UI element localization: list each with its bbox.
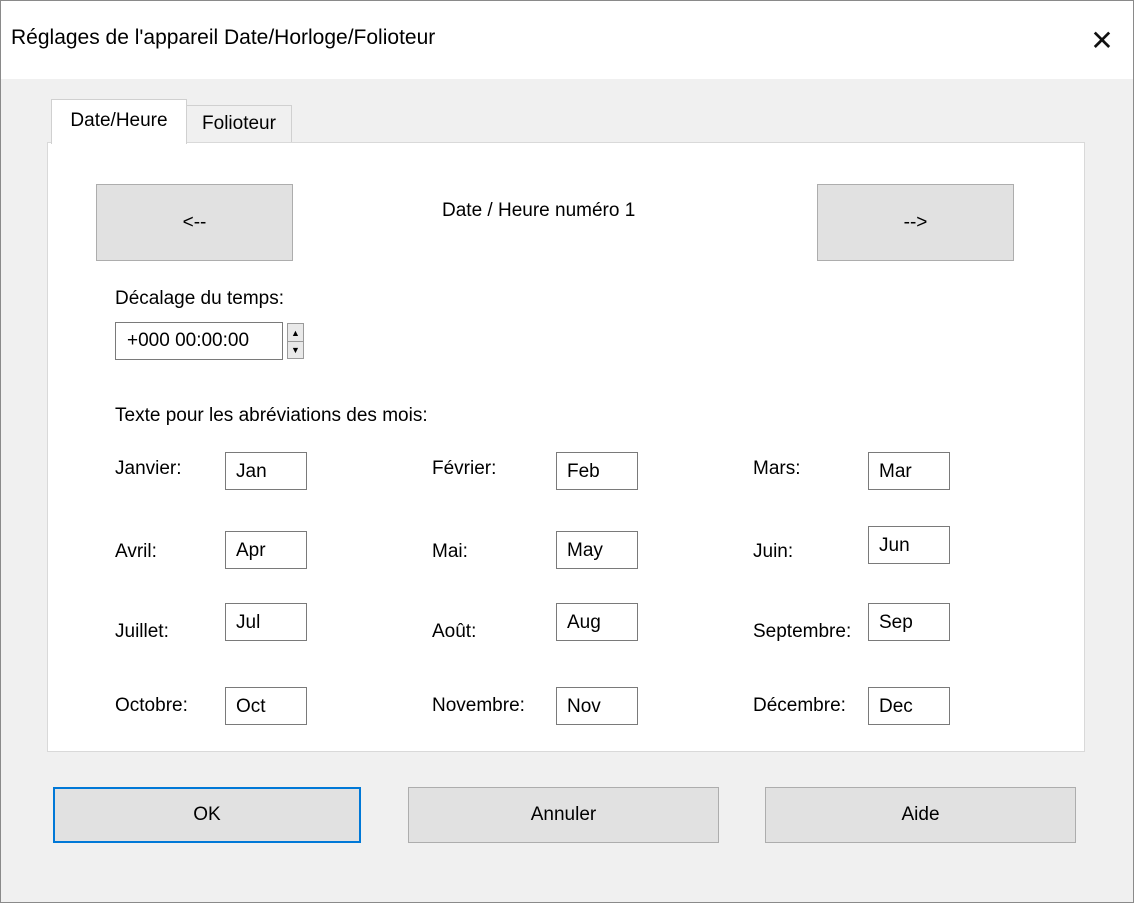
- month-label-mars: Mars:: [753, 458, 801, 479]
- month-label-janvier: Janvier:: [115, 458, 182, 479]
- tab-folioteur[interactable]: Folioteur: [186, 105, 292, 142]
- month-label-mai: Mai:: [432, 541, 468, 562]
- month-label-avril: Avril:: [115, 541, 157, 562]
- time-offset-input[interactable]: +000 00:00:00: [115, 322, 283, 360]
- previous-button[interactable]: <--: [96, 184, 293, 261]
- spin-down-icon[interactable]: ▼: [288, 341, 303, 358]
- month-abbreviations-heading: Texte pour les abréviations des mois:: [115, 405, 428, 426]
- window-title: Réglages de l'appareil Date/Horloge/Foli…: [11, 26, 436, 49]
- next-button[interactable]: -->: [817, 184, 1014, 261]
- month-label-juin: Juin:: [753, 541, 794, 562]
- month-input-septembre[interactable]: Sep: [868, 603, 950, 641]
- month-input-mars[interactable]: Mar: [868, 452, 950, 490]
- month-label-decembre: Décembre:: [753, 695, 846, 716]
- close-button[interactable]: ✕: [1071, 1, 1133, 79]
- month-input-fevrier[interactable]: Feb: [556, 452, 638, 490]
- month-input-avril[interactable]: Apr: [225, 531, 307, 569]
- month-input-mai[interactable]: May: [556, 531, 638, 569]
- month-input-decembre[interactable]: Dec: [868, 687, 950, 725]
- month-label-juillet: Juillet:: [115, 621, 169, 642]
- close-icon: ✕: [1090, 24, 1114, 56]
- tab-date-heure[interactable]: Date/Heure: [51, 99, 187, 144]
- month-label-aout: Août:: [432, 621, 477, 642]
- month-label-octobre: Octobre:: [115, 695, 188, 716]
- month-label-fevrier: Février:: [432, 458, 497, 479]
- time-offset-spinner: ▲ ▼: [287, 323, 304, 359]
- ok-button[interactable]: OK: [53, 787, 361, 843]
- month-input-juin[interactable]: Jun: [868, 526, 950, 564]
- spin-up-icon[interactable]: ▲: [288, 324, 303, 342]
- month-label-septembre: Septembre:: [753, 621, 852, 642]
- month-input-octobre[interactable]: Oct: [225, 687, 307, 725]
- month-input-juillet[interactable]: Jul: [225, 603, 307, 641]
- help-button[interactable]: Aide: [765, 787, 1076, 843]
- month-input-novembre[interactable]: Nov: [556, 687, 638, 725]
- month-input-janvier[interactable]: Jan: [225, 452, 307, 490]
- cancel-button[interactable]: Annuler: [408, 787, 719, 843]
- dialog-window: Réglages de l'appareil Date/Horloge/Foli…: [0, 0, 1134, 903]
- title-bar: Réglages de l'appareil Date/Horloge/Foli…: [1, 1, 1133, 79]
- date-heure-number-caption: Date / Heure numéro 1: [442, 200, 636, 221]
- month-label-novembre: Novembre:: [432, 695, 525, 716]
- month-input-aout[interactable]: Aug: [556, 603, 638, 641]
- time-offset-label: Décalage du temps:: [115, 288, 284, 309]
